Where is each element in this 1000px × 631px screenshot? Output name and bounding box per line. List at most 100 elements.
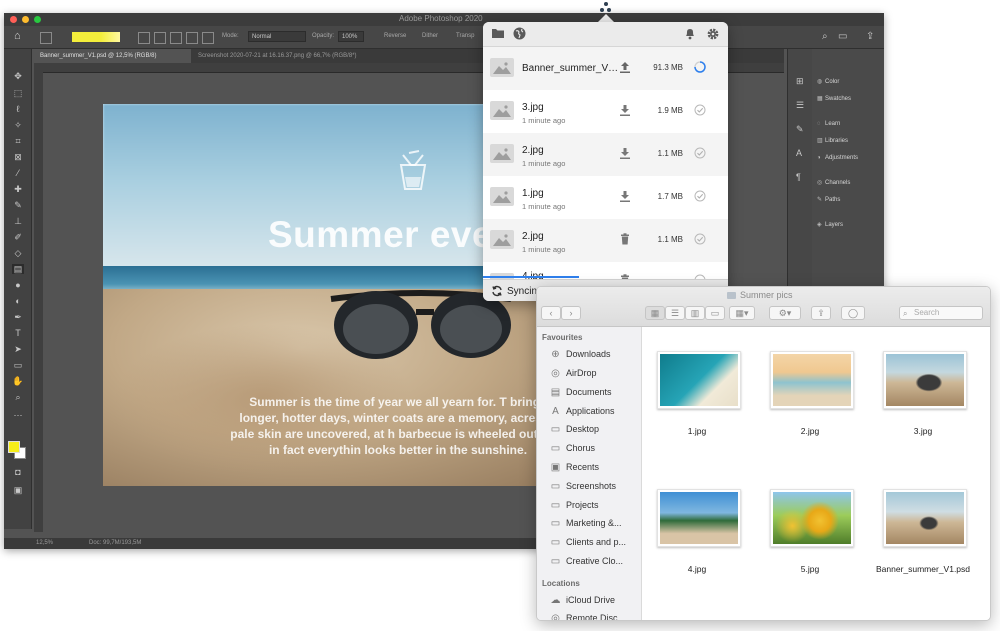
blur-tool-icon[interactable]: ● [12, 280, 24, 290]
quick-mask-icon[interactable]: ◘ [12, 467, 24, 477]
list-item[interactable]: 3.jpg 1 minute ago 1.9 MB [483, 90, 728, 133]
tab-banner-document[interactable]: Banner_summer_V1.psd @ 12,5% (RGB/8) [34, 49, 191, 63]
list-item[interactable]: 1.jpg 1 minute ago 1.7 MB [483, 176, 728, 219]
file-tile-1-jpg[interactable]: 1.jpg [642, 341, 752, 451]
dither-checkbox[interactable]: Dither [422, 33, 438, 39]
lasso-tool-icon[interactable]: ℓ [12, 104, 24, 114]
diamond-gradient-icon[interactable] [202, 32, 214, 44]
move-tool-icon[interactable]: ✥ [12, 71, 24, 81]
share-button[interactable]: ⇪ [811, 306, 831, 320]
sidebar-item-desktop[interactable]: ▭ Desktop [549, 422, 641, 436]
panel-adjustments[interactable]: ◑ Adjustments [817, 153, 858, 163]
panel-layers[interactable]: ◈ Layers [817, 220, 843, 230]
gradient-tool-icon[interactable]: ▤ [12, 264, 24, 274]
file-tile-4-jpg[interactable]: 4.jpg [642, 479, 752, 589]
gear-icon[interactable] [706, 27, 720, 41]
healing-tool-icon[interactable]: ✚ [12, 184, 24, 194]
panel-paths[interactable]: ✎ Paths [817, 195, 840, 205]
file-tile-5-jpg[interactable]: 5.jpg [755, 479, 865, 589]
sidebar-item-creative-cloud[interactable]: ▭ Creative Clo... [549, 554, 641, 568]
pen-tool-icon[interactable]: ✒ [12, 312, 24, 322]
search-icon[interactable]: ⌕ [822, 31, 828, 42]
properties-icon[interactable]: ☰ [796, 101, 806, 110]
gradient-picker[interactable] [72, 32, 120, 42]
tags-button[interactable]: ◯ [841, 306, 865, 320]
globe-icon[interactable] [513, 27, 526, 40]
sidebar-item-remote-disc[interactable]: ◎ Remote Disc [549, 611, 641, 620]
gradient-tool-icon[interactable] [40, 32, 52, 44]
minimize-window-button[interactable] [22, 16, 29, 23]
back-button[interactable]: ‹ [541, 306, 561, 320]
hand-tool-icon[interactable]: ✋ [12, 376, 24, 386]
brush-settings-icon[interactable]: ✎ [796, 125, 806, 134]
home-icon[interactable]: ⌂ [14, 30, 21, 42]
type-tool-icon[interactable]: T [12, 328, 24, 338]
sidebar-item-icloud-drive[interactable]: ☁ iCloud Drive [549, 593, 641, 607]
panel-libraries[interactable]: ▥ Libraries [817, 136, 848, 146]
angle-gradient-icon[interactable] [170, 32, 182, 44]
marquee-tool-icon[interactable]: ⬚ [12, 88, 24, 98]
paragraph-icon[interactable]: ¶ [796, 173, 806, 182]
sidebar-item-projects[interactable]: ▭ Projects [549, 498, 641, 512]
sidebar-item-downloads[interactable]: ⊕ Downloads [549, 347, 641, 361]
list-item[interactable]: 2.jpg 1 minute ago 1.1 MB [483, 219, 728, 262]
crop-tool-icon[interactable]: ⌗ [12, 136, 24, 146]
history-icon[interactable]: ⊞ [796, 77, 806, 86]
reverse-checkbox[interactable]: Reverse [384, 33, 406, 39]
more-tools-icon[interactable]: ⋯ [12, 410, 24, 420]
magic-wand-tool-icon[interactable]: ✧ [12, 120, 24, 130]
sidebar-item-clients[interactable]: ▭ Clients and p... [549, 535, 641, 549]
search-input[interactable]: ⌕ Search [899, 306, 983, 320]
icon-view-button[interactable]: ▦ [645, 306, 665, 320]
sidebar-item-chorus[interactable]: ▭ Chorus [549, 441, 641, 455]
opacity-field[interactable]: 100% [338, 31, 364, 42]
action-gear-button[interactable]: ⚙▾ [769, 306, 801, 320]
history-brush-tool-icon[interactable]: ✐ [12, 232, 24, 242]
transparency-checkbox[interactable]: Transp [456, 33, 474, 39]
gallery-view-button[interactable]: ▭ [705, 306, 725, 320]
shape-tool-icon[interactable]: ▭ [12, 360, 24, 370]
sidebar-item-screenshots[interactable]: ▭ Screenshots [549, 479, 641, 493]
eraser-tool-icon[interactable]: ◇ [12, 248, 24, 258]
zoom-window-button[interactable] [34, 16, 41, 23]
frame-tool-icon[interactable]: ⊠ [12, 152, 24, 162]
sidebar-item-documents[interactable]: ▤ Documents [549, 385, 641, 399]
reflected-gradient-icon[interactable] [186, 32, 198, 44]
panel-swatches[interactable]: ▦ Swatches [817, 94, 851, 104]
column-view-button[interactable]: ▥ [685, 306, 705, 320]
zoom-level[interactable]: 12,5% [36, 538, 53, 549]
path-selection-tool-icon[interactable]: ➤ [12, 344, 24, 354]
sidebar-item-applications[interactable]: A Applications [549, 404, 641, 418]
panel-learn[interactable]: ◌ Learn [817, 119, 840, 129]
mode-select[interactable]: Normal [248, 31, 306, 42]
eyedropper-tool-icon[interactable]: ⁄ [12, 168, 24, 178]
foreground-color-swatch[interactable] [8, 441, 20, 453]
forward-button[interactable]: › [561, 306, 581, 320]
file-tile-3-jpg[interactable]: 3.jpg [868, 341, 978, 451]
panel-channels[interactable]: ◎ Channels [817, 178, 850, 188]
folder-icon[interactable] [491, 27, 505, 39]
workspace-icon[interactable]: ▭ [838, 31, 847, 42]
sidebar-item-marketing[interactable]: ▭ Marketing &... [549, 516, 641, 530]
panel-color[interactable]: ◍ Color [817, 77, 839, 87]
radial-gradient-icon[interactable] [154, 32, 166, 44]
list-item[interactable]: Banner_summer_V1... 91.3 MB [483, 47, 728, 90]
screen-mode-icon[interactable]: ▣ [12, 485, 24, 495]
list-item[interactable]: 2.jpg 1 minute ago 1.1 MB [483, 133, 728, 176]
file-tile-banner-psd[interactable]: Banner_summer_V1.psd [868, 479, 978, 589]
bell-icon[interactable] [684, 27, 696, 40]
stamp-tool-icon[interactable]: ⊥ [12, 216, 24, 226]
group-button[interactable]: ▦▾ [729, 306, 755, 320]
file-tile-2-jpg[interactable]: 2.jpg [755, 341, 865, 451]
linear-gradient-icon[interactable] [138, 32, 150, 44]
brush-tool-icon[interactable]: ✎ [12, 200, 24, 210]
close-window-button[interactable] [10, 16, 17, 23]
dodge-tool-icon[interactable]: ◐ [12, 296, 24, 306]
sync-file-list[interactable]: Banner_summer_V1... 91.3 MB 3.jpg 1 minu… [483, 47, 728, 279]
character-icon[interactable]: A [796, 149, 806, 158]
sidebar-item-airdrop[interactable]: ◎ AirDrop [549, 366, 641, 380]
list-view-button[interactable]: ☰ [665, 306, 685, 320]
tab-screenshot-document[interactable]: Screenshot 2020-07-21 at 16.16.37.png @ … [192, 49, 484, 63]
share-icon[interactable]: ⇪ [866, 31, 874, 42]
sync-app-menubar-icon[interactable] [598, 2, 614, 14]
